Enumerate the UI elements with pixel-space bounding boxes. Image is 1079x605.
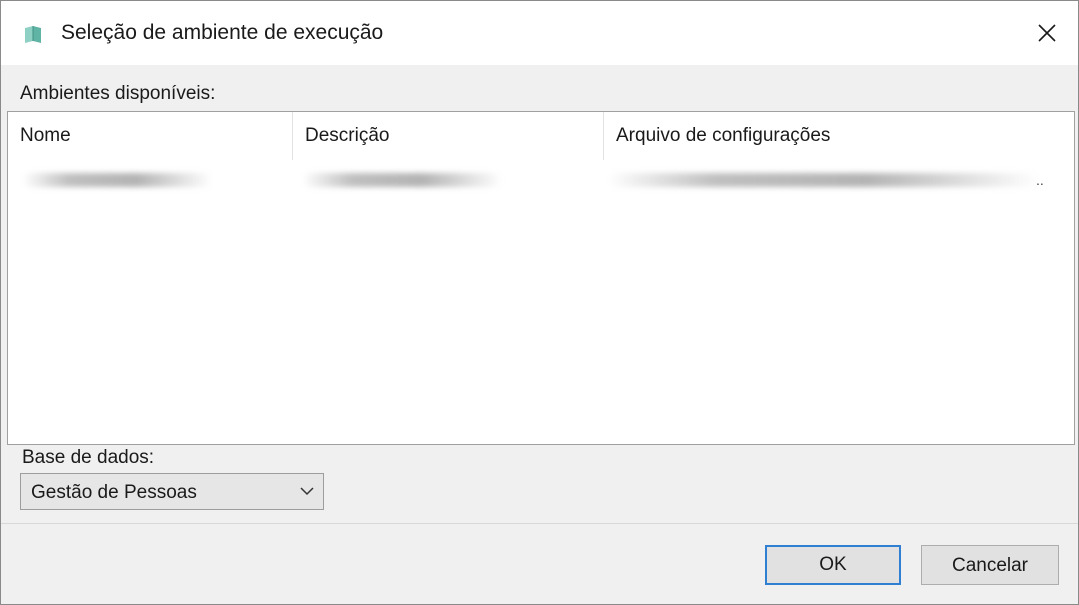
close-icon: [1038, 24, 1056, 42]
database-select-value: Gestão de Pessoas: [31, 482, 197, 503]
book-icon: [25, 26, 41, 43]
dialog-title: Seleção de ambiente de execução: [61, 21, 384, 44]
footer-divider: [1, 523, 1078, 524]
column-header-config-file[interactable]: Arquivo de configurações: [604, 112, 1072, 160]
column-header-name[interactable]: Nome: [8, 112, 292, 160]
environments-label: Ambientes disponíveis:: [20, 83, 216, 104]
obscured-cell-name: [22, 173, 212, 187]
database-select[interactable]: Gestão de Pessoas: [20, 473, 324, 510]
chevron-down-icon: [300, 487, 314, 496]
ok-button[interactable]: OK: [765, 545, 901, 585]
dialog-window: Seleção de ambiente de execução Ambiente…: [0, 0, 1079, 605]
cancel-button[interactable]: Cancelar: [921, 545, 1059, 585]
title-bar: Seleção de ambiente de execução: [1, 1, 1078, 65]
obscured-cell-description: [302, 173, 502, 187]
environments-list[interactable]: Nome Descrição Arquivo de configurações …: [7, 111, 1075, 445]
truncation-ellipsis: ..: [1036, 172, 1044, 188]
column-header-description[interactable]: Descrição: [293, 112, 603, 160]
close-button[interactable]: [1028, 15, 1066, 51]
obscured-cell-config-file: [608, 173, 1038, 187]
database-label: Base de dados:: [22, 447, 155, 468]
